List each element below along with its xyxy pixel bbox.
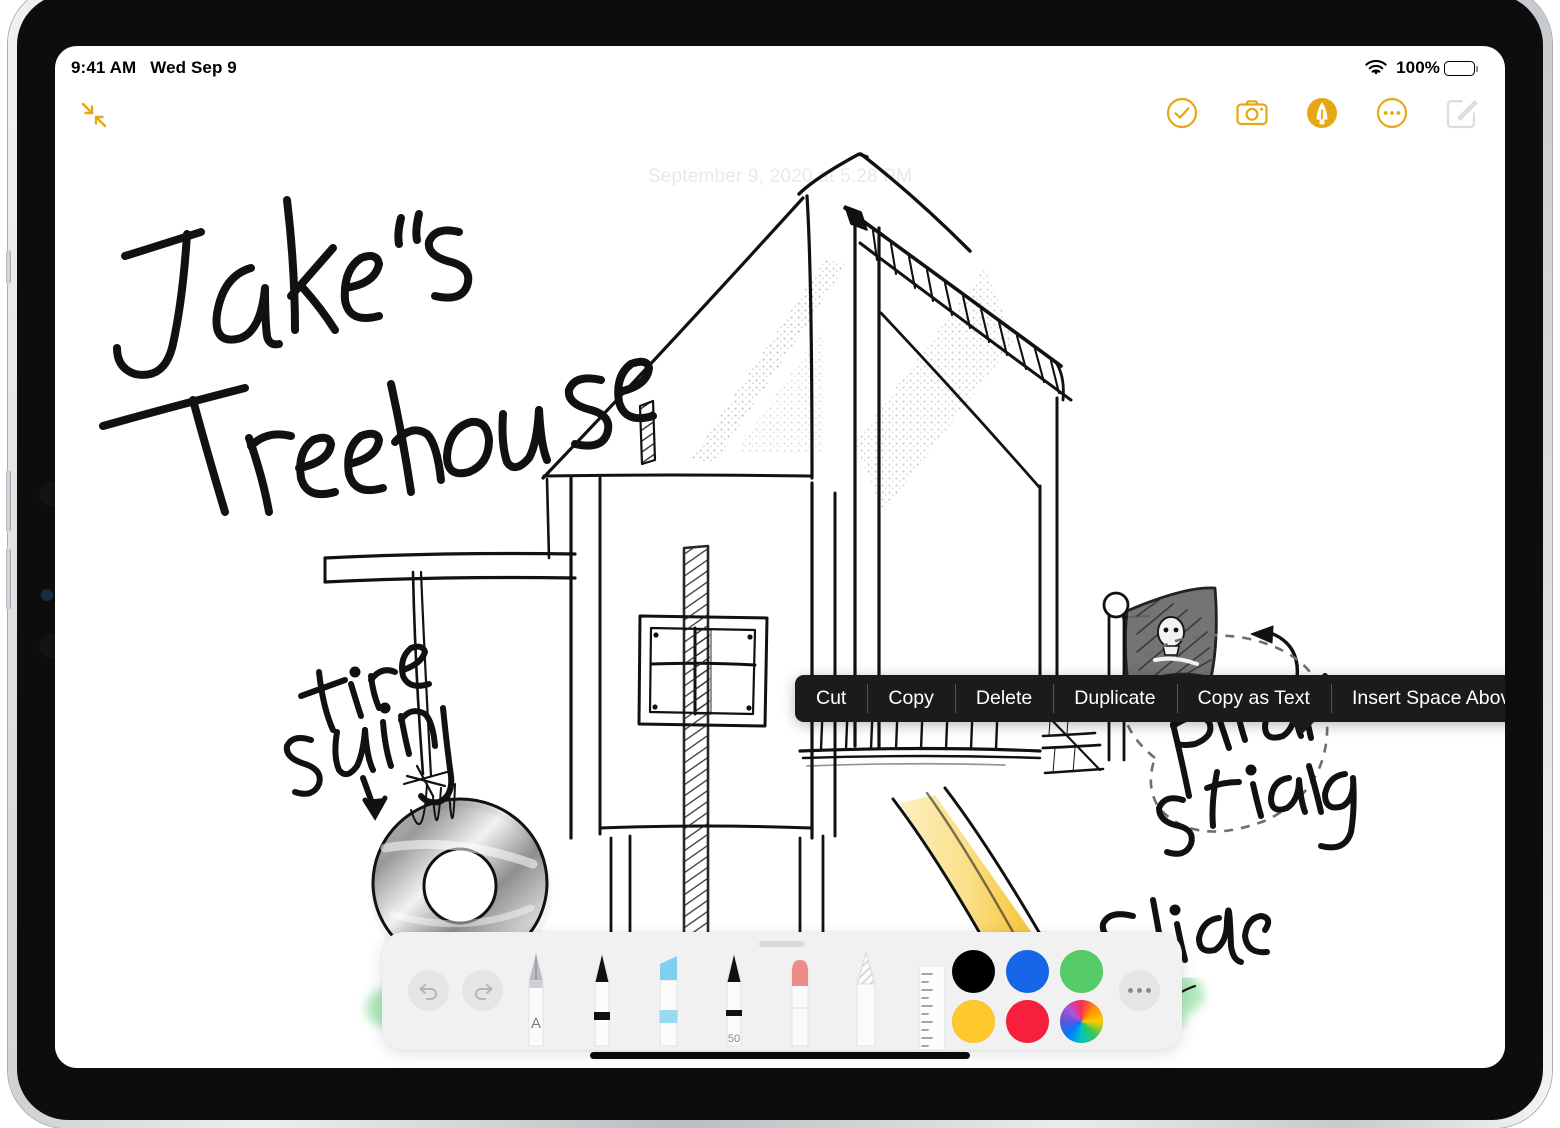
context-menu-copy[interactable]: Copy	[867, 675, 955, 722]
ellipsis-circle-icon[interactable]	[1375, 96, 1409, 130]
undo-arrow-icon	[419, 983, 437, 1000]
sensor-dot-mid	[41, 589, 53, 601]
volume-down-button[interactable]	[6, 548, 11, 610]
color-picker[interactable]	[1060, 1000, 1103, 1043]
tool-marker-label: 50	[728, 1033, 740, 1045]
check-circle-icon[interactable]	[1165, 96, 1199, 130]
context-menu-copy-as-text[interactable]: Copy as Text	[1176, 675, 1331, 722]
status-bar-time: 9:41 AM	[71, 58, 137, 77]
palette-colors	[952, 950, 1106, 1046]
note-toolbar	[55, 90, 1505, 148]
treehouse-sketch	[99, 152, 1357, 1042]
compose-icon[interactable]	[1445, 96, 1479, 130]
context-menu-cut[interactable]: Cut	[795, 675, 867, 722]
battery-indicator: 100%	[1396, 58, 1478, 78]
device-button-top[interactable]	[6, 250, 11, 284]
palette-grabber[interactable]	[759, 941, 805, 947]
palette-more-button[interactable]	[1119, 970, 1160, 1011]
ellipsis-dot	[1137, 988, 1142, 993]
ipad-device: 9:41 AM Wed Sep 9 100% September 9, 2020…	[0, 0, 1560, 1128]
palette-tools: A 50	[514, 950, 954, 1050]
context-menu-duplicate[interactable]: Duplicate	[1053, 675, 1176, 722]
context-menu-pointer	[1289, 721, 1315, 734]
color-blue[interactable]	[1006, 950, 1049, 993]
camera-icon[interactable]	[1235, 96, 1269, 130]
context-menu: Cut Copy Delete Duplicate Copy as Text I…	[795, 675, 1505, 734]
ellipsis-dot	[1146, 988, 1151, 993]
color-red[interactable]	[1006, 1000, 1049, 1043]
color-green[interactable]	[1060, 950, 1103, 993]
tool-marker[interactable]: 50	[712, 950, 756, 1050]
status-bar-date: Wed Sep 9	[150, 58, 237, 77]
tool-scribble-pen[interactable]: A	[514, 950, 558, 1050]
tool-lasso[interactable]	[844, 950, 888, 1050]
redo-arrow-icon	[474, 983, 492, 1000]
volume-up-button[interactable]	[6, 470, 11, 532]
tool-scribble-label: A	[531, 1015, 541, 1032]
undo-button[interactable]	[408, 970, 449, 1011]
tool-pen[interactable]	[580, 950, 624, 1050]
color-yellow[interactable]	[952, 1000, 995, 1043]
home-indicator[interactable]	[590, 1052, 970, 1059]
redo-button[interactable]	[462, 970, 503, 1011]
ellipsis-dot	[1128, 988, 1133, 993]
markup-pen-icon[interactable]	[1305, 96, 1339, 130]
color-black[interactable]	[952, 950, 995, 993]
note-canvas[interactable]: September 9, 2020 at 5:28 PM Cut Copy De…	[55, 148, 1505, 1068]
ipad-screen: 9:41 AM Wed Sep 9 100% September 9, 2020…	[55, 46, 1505, 1068]
note-toolbar-actions	[1165, 96, 1479, 130]
markup-tool-palette: A 50	[382, 932, 1182, 1050]
context-menu-insert-space-above[interactable]: Insert Space Above	[1330, 675, 1505, 722]
tool-eraser[interactable]	[778, 950, 822, 1050]
collapse-arrows-icon[interactable]	[77, 98, 111, 132]
tool-ruler[interactable]	[910, 950, 954, 1050]
status-bar: 9:41 AM Wed Sep 9 100%	[55, 46, 1505, 90]
wifi-icon	[1365, 59, 1387, 75]
tool-highlighter[interactable]	[646, 950, 690, 1050]
battery-icon	[1444, 60, 1478, 76]
context-menu-delete[interactable]: Delete	[954, 675, 1053, 722]
battery-percent: 100%	[1396, 58, 1440, 77]
